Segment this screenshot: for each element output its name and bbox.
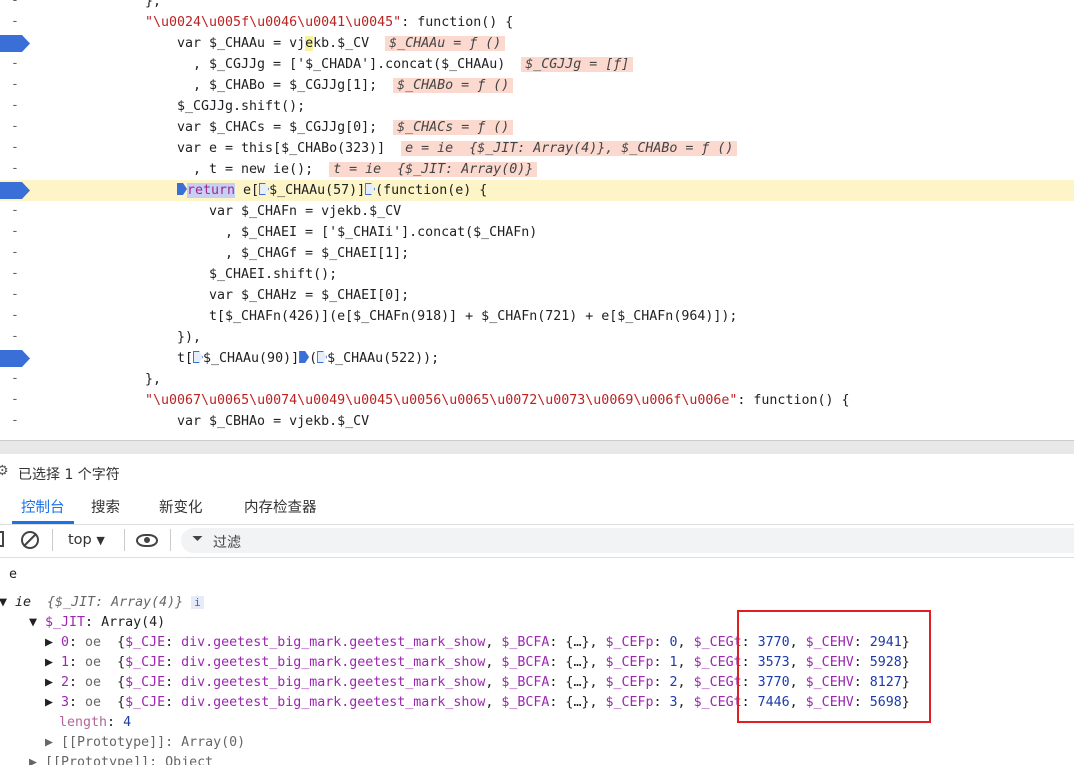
code-line: - var $_CHAHz = $_CHAEI[0]; bbox=[0, 285, 1074, 306]
inline-breakpoint-icon[interactable] bbox=[193, 351, 204, 363]
tab-memory-inspector[interactable]: 内存检查器 bbox=[244, 496, 317, 517]
breakpoint-marker[interactable] bbox=[0, 348, 42, 369]
line-gutter[interactable]: - bbox=[0, 96, 42, 117]
console-toolbar: top ▼ ⏷ 过滤 bbox=[0, 525, 1074, 558]
code-line: - , $_CHAGf = $_CHAEI[1]; bbox=[0, 243, 1074, 264]
source-editor[interactable]: - }, - "\u0024\u005f\u0046\u0041\u0045":… bbox=[0, 0, 1074, 440]
info-icon[interactable]: i bbox=[191, 596, 204, 609]
settings-icon[interactable]: ⚙ bbox=[0, 463, 9, 479]
object-root[interactable]: ▼ ie {$_JIT: Array(4)} i bbox=[0, 595, 204, 610]
line-gutter[interactable]: - bbox=[0, 138, 42, 159]
code-line: - , $_CHABo = $_CGJJg[1]; $_CHABo = ƒ () bbox=[0, 75, 1074, 96]
toolbar-divider bbox=[124, 529, 125, 551]
toolbar-divider bbox=[170, 529, 171, 551]
inline-value-annotation: $_CHACs = ƒ () bbox=[393, 120, 514, 135]
breakpoint-marker[interactable] bbox=[0, 180, 42, 201]
inline-breakpoint-icon[interactable] bbox=[177, 183, 187, 195]
code-line: t[$_CHAAu(90)]($_CHAAu(522)); bbox=[0, 348, 1074, 369]
code-line: - $_CHAEI.shift(); bbox=[0, 264, 1074, 285]
breakpoint-icon[interactable] bbox=[0, 182, 30, 199]
drawer-tabs: 控制台 搜索 新变化 内存检查器 bbox=[0, 488, 1074, 525]
code-line: - var $_CHAFn = vjekb.$_CV bbox=[0, 201, 1074, 222]
inline-value-annotation: t = ie {$_JIT: Array(0)} bbox=[329, 162, 538, 177]
filter-placeholder: 过滤 bbox=[213, 535, 241, 551]
code-line: - , $_CGJJg = ['$_CHADA'].concat($_CHAAu… bbox=[0, 54, 1074, 75]
tab-search[interactable]: 搜索 bbox=[91, 496, 120, 517]
inline-breakpoint-icon[interactable] bbox=[317, 351, 328, 363]
line-gutter[interactable]: - bbox=[0, 222, 42, 243]
tab-console[interactable]: 控制台 bbox=[21, 496, 65, 517]
jit-property[interactable]: ▼ $_JIT: Array(4) bbox=[29, 615, 165, 630]
line-gutter[interactable]: - bbox=[0, 369, 42, 390]
highlight-box bbox=[737, 610, 931, 723]
code-line: - , $_CHAEI = ['$_CHAIi'].concat($_CHAFn… bbox=[0, 222, 1074, 243]
live-expression-eye-icon[interactable] bbox=[136, 534, 158, 547]
inline-breakpoint-icon[interactable] bbox=[365, 183, 376, 195]
line-gutter[interactable]: - bbox=[0, 285, 42, 306]
code-line: var $_CHAAu = vjekb.$_CV $_CHAAu = ƒ () bbox=[0, 33, 1074, 54]
code-line: - var $_CHACs = $_CGJJg[0]; $_CHACs = ƒ … bbox=[0, 117, 1074, 138]
line-gutter[interactable]: - bbox=[0, 243, 42, 264]
inline-value-annotation: $_CGJJg = [ƒ] bbox=[521, 57, 634, 72]
active-tab-indicator bbox=[12, 521, 74, 524]
code-line: - }, bbox=[0, 0, 1074, 12]
inline-value-annotation: $_CHABo = ƒ () bbox=[393, 78, 514, 93]
clear-console-icon[interactable] bbox=[21, 531, 39, 549]
context-selector[interactable]: top ▼ bbox=[68, 532, 105, 548]
code-line: - t[$_CHAFn(426)](e[$_CHAFn(918)] + $_CH… bbox=[0, 306, 1074, 327]
sidebar-toggle-icon[interactable] bbox=[0, 531, 4, 547]
line-gutter[interactable]: - bbox=[0, 75, 42, 96]
line-gutter[interactable]: - bbox=[0, 201, 42, 222]
filter-funnel-icon: ⏷ bbox=[192, 531, 204, 547]
console-input-echo: e bbox=[9, 567, 18, 582]
inline-value-annotation: $_CHAAu = ƒ () bbox=[385, 36, 506, 51]
selection-status: 已选择 1 个字符 bbox=[18, 467, 120, 483]
dropdown-arrow-icon: ▼ bbox=[96, 534, 105, 547]
panel-splitter[interactable] bbox=[0, 440, 1074, 454]
code-line: - var e = this[$_CHABo(323)] e = ie {$_J… bbox=[0, 138, 1074, 159]
toolbar-divider bbox=[52, 529, 53, 551]
length-property: length: 4 bbox=[59, 715, 132, 730]
code-line: - }, bbox=[0, 369, 1074, 390]
object-prototype[interactable]: ▶ [[Prototype]]: Object bbox=[29, 755, 213, 765]
code-line: - "\u0067\u0065\u0074\u0049\u0045\u0056\… bbox=[0, 390, 1074, 411]
line-gutter[interactable]: - bbox=[0, 390, 42, 411]
line-gutter[interactable]: - bbox=[0, 306, 42, 327]
inline-value-annotation: e = ie {$_JIT: Array(4)}, $_CHABo = ƒ () bbox=[401, 141, 738, 156]
inline-breakpoint-icon[interactable] bbox=[299, 351, 310, 363]
code-line: - var $_CBHAo = vjekb.$_CV bbox=[0, 411, 1074, 432]
code-line: - }), bbox=[0, 327, 1074, 348]
current-execution-line: return e[$_CHAAu(57)] (function(e) { bbox=[0, 180, 1074, 201]
line-gutter[interactable]: - bbox=[0, 264, 42, 285]
breakpoint-icon[interactable] bbox=[0, 35, 30, 52]
line-gutter[interactable]: - bbox=[0, 327, 42, 348]
code-line: - "\u0024\u005f\u0046\u0041\u0045": func… bbox=[0, 12, 1074, 33]
breakpoint-icon[interactable] bbox=[0, 350, 30, 367]
tab-changes[interactable]: 新变化 bbox=[159, 496, 203, 517]
code-line: - , t = new ie(); t = ie {$_JIT: Array(0… bbox=[0, 159, 1074, 180]
line-gutter[interactable]: - bbox=[0, 159, 42, 180]
code-line: - $_CGJJg.shift(); bbox=[0, 96, 1074, 117]
line-gutter[interactable]: - bbox=[0, 12, 42, 33]
line-gutter[interactable]: - bbox=[0, 117, 42, 138]
filter-input[interactable]: ⏷ 过滤 bbox=[181, 528, 1074, 553]
breakpoint-marker[interactable] bbox=[0, 33, 42, 54]
line-gutter[interactable]: - bbox=[0, 411, 42, 432]
array-prototype[interactable]: ▶ [[Prototype]]: Array(0) bbox=[45, 735, 245, 750]
status-bar: ⚙ 已选择 1 个字符 bbox=[0, 458, 1074, 488]
line-gutter[interactable]: - bbox=[0, 54, 42, 75]
line-gutter[interactable]: - bbox=[0, 0, 42, 12]
inline-breakpoint-icon[interactable] bbox=[259, 183, 270, 195]
